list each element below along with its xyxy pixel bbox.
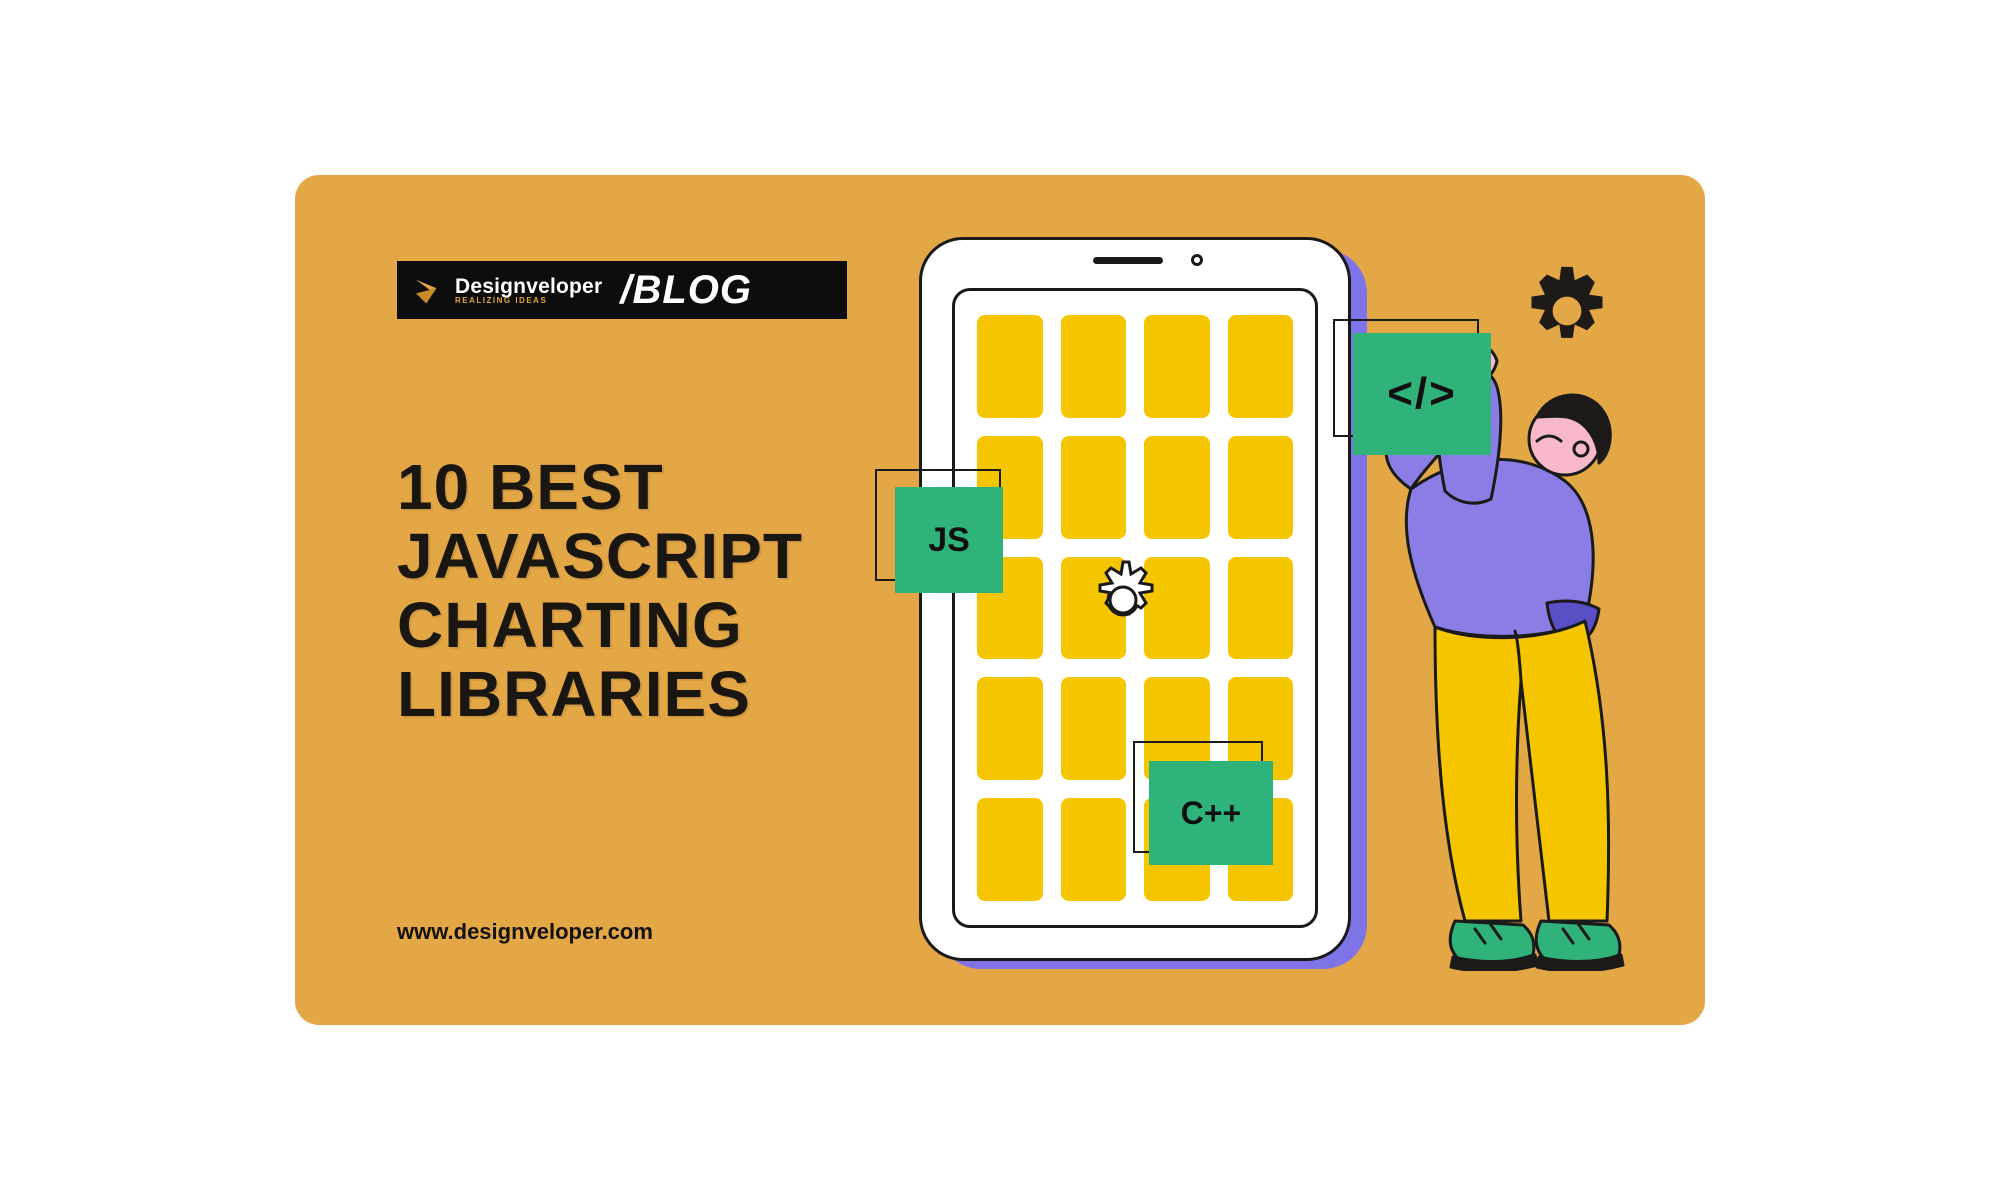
- app-tile: [1061, 677, 1127, 780]
- tablet-speaker: [1093, 257, 1163, 264]
- app-tile: [1228, 315, 1294, 418]
- hero-card: Designveloper REALIZING IDEAS /BLOG 10 B…: [295, 175, 1705, 1025]
- headline-line: CHARTING: [397, 591, 897, 660]
- headline-line: LIBRARIES: [397, 660, 897, 729]
- site-url: www.designveloper.com: [397, 919, 653, 945]
- chip-label: </>: [1387, 369, 1457, 419]
- chip-label: JS: [928, 521, 970, 560]
- brand-name: Designveloper: [455, 276, 602, 297]
- cpp-chip: C++: [1149, 761, 1273, 865]
- app-tile: [977, 315, 1043, 418]
- blog-label: /BLOG: [620, 268, 752, 313]
- app-tile: [1061, 436, 1127, 539]
- brand-logo-icon: [411, 273, 445, 307]
- code-chip: </>: [1353, 333, 1491, 455]
- logo-bar: Designveloper REALIZING IDEAS /BLOG: [397, 261, 847, 319]
- chip-label: C++: [1181, 795, 1241, 832]
- app-tile: [1228, 557, 1294, 660]
- app-tile: [1061, 798, 1127, 901]
- headline: 10 BEST JAVASCRIPT CHARTING LIBRARIES: [397, 453, 897, 729]
- app-tile: [1144, 436, 1210, 539]
- app-tile: [977, 798, 1043, 901]
- app-tile: [1228, 436, 1294, 539]
- headline-line: JAVASCRIPT: [397, 522, 897, 591]
- illustration: JS C++: [895, 231, 1675, 1001]
- tablet-camera: [1191, 254, 1203, 266]
- brand-tagline: REALIZING IDEAS: [455, 297, 602, 305]
- brand-text: Designveloper REALIZING IDEAS: [455, 276, 602, 305]
- app-tile: [1144, 315, 1210, 418]
- headline-line: 10 BEST: [397, 453, 897, 522]
- js-chip: JS: [895, 487, 1003, 593]
- gear-icon: [1073, 550, 1173, 650]
- app-tile: [977, 677, 1043, 780]
- app-tile: [1061, 315, 1127, 418]
